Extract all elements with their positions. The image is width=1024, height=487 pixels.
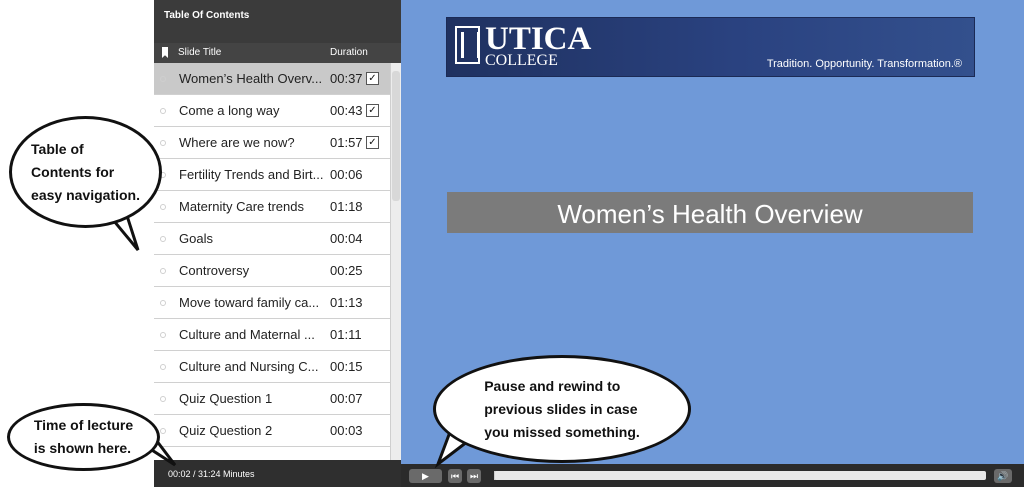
toc-row[interactable]: Maternity Care trends 01:18 (154, 191, 390, 223)
callout-pause: Pause and rewind to previous slides in c… (433, 355, 691, 463)
logo-utica-text: UTICA (485, 21, 592, 57)
toc-row-title: Women’s Health Overv... (179, 71, 323, 86)
row-status-dot-icon (160, 364, 166, 370)
toc-title: Table Of Contents (164, 10, 250, 21)
slide-title: Women’s Health Overview (557, 199, 863, 229)
toc-row-duration: 01:57 (330, 135, 363, 150)
toc-row-duration: 00:03 (330, 423, 363, 438)
lecture-time: 00:02 / 31:24 Minutes (168, 469, 255, 479)
toc-row-duration: 00:43 (330, 103, 363, 118)
toc-row-title: Quiz Question 2 (179, 423, 273, 438)
callout-toc: Table of Contents for easy navigation. (9, 116, 162, 228)
toc-row[interactable]: Culture and Nursing C... 00:15 (154, 351, 390, 383)
column-header-duration: Duration (330, 47, 368, 58)
toc-row[interactable]: Come a long way 00:43 ✓ (154, 95, 390, 127)
play-icon: ▶ (422, 471, 429, 481)
toc-row-duration: 00:06 (330, 167, 363, 182)
slide-title-bar: Women’s Health Overview (447, 192, 973, 233)
toc-row-duration: 01:18 (330, 199, 363, 214)
viewed-checkbox-icon: ✓ (366, 72, 379, 85)
toc-row[interactable]: Culture and Maternal ... 01:11 (154, 319, 390, 351)
callout-time-text: Time of lecture is shown here. (33, 417, 134, 456)
row-status-dot-icon (160, 140, 166, 146)
row-status-dot-icon (160, 396, 166, 402)
toc-row[interactable]: Goals 00:04 (154, 223, 390, 255)
previous-slide-button[interactable]: ⏮ (448, 469, 462, 483)
toc-row-title: Controversy (179, 263, 250, 278)
toc-list: Women’s Health Overv... 00:37 ✓ Come a long… (154, 63, 390, 460)
volume-icon: 🔊 (997, 471, 1009, 481)
next-slide-button[interactable]: ⏭ (467, 469, 481, 483)
toc-row-duration: 00:15 (330, 359, 363, 374)
row-status-dot-icon (160, 204, 166, 210)
toc-row-title: Come a long way (179, 103, 280, 118)
next-icon: ⏭ (469, 471, 479, 481)
banner-tagline: Tradition. Opportunity. Transformation.® (766, 58, 962, 70)
volume-button[interactable]: 🔊 (994, 469, 1012, 483)
callout-toc-text: Table of Contents for easy navigation. (31, 140, 140, 203)
toc-row-duration: 01:11 (330, 327, 362, 342)
play-button[interactable]: ▶ (409, 469, 442, 483)
row-status-dot-icon (160, 268, 166, 274)
toc-row-duration: 00:07 (330, 391, 363, 406)
toc-row-duration: 01:13 (330, 295, 363, 310)
row-status-dot-icon (160, 300, 166, 306)
toc-panel: Table Of Contents Slide Title Duration W… (154, 0, 401, 487)
toc-row-duration: 00:25 (330, 263, 363, 278)
column-header-title: Slide Title (178, 47, 222, 58)
row-status-dot-icon (160, 76, 166, 82)
toc-row-title: Move toward family ca... (179, 295, 320, 310)
toc-row-title: Culture and Maternal ... (179, 327, 315, 342)
toc-row[interactable]: Controversy 00:25 (154, 255, 390, 287)
toc-row[interactable]: Quiz Question 1 00:07 (154, 383, 390, 415)
toc-row-title: Maternity Care trends (179, 199, 304, 214)
row-status-dot-icon (160, 108, 166, 114)
toc-scrollbar[interactable] (390, 63, 401, 460)
college-logo-icon (455, 26, 480, 64)
toc-header: Slide Title Duration (154, 43, 401, 63)
toc-row-title: Fertility Trends and Birt... (179, 167, 324, 182)
bookmark-icon (162, 47, 168, 58)
toc-row-title: Culture and Nursing C... (179, 359, 319, 374)
toc-row-duration: 00:04 (330, 231, 363, 246)
viewed-checkbox-icon: ✓ (366, 104, 379, 117)
college-banner: UTICA COLLEGE Tradition. Opportunity. Tr… (446, 17, 975, 77)
toc-row[interactable]: Women’s Health Overv... 00:37 ✓ (154, 63, 390, 95)
toc-row[interactable]: Quiz Question 2 00:03 (154, 415, 390, 447)
toc-scroll-thumb[interactable] (392, 71, 400, 201)
toc-row[interactable]: Move toward family ca... 01:13 (154, 287, 390, 319)
callout-pause-text: Pause and rewind to previous slides in c… (484, 377, 640, 440)
logo-college-text: COLLEGE (485, 52, 558, 69)
toc-row-title: Where are we now? (179, 135, 295, 150)
callout-time: Time of lecture is shown here. (7, 403, 160, 471)
toc-row-duration: 00:37 (330, 71, 363, 86)
toc-row[interactable]: Fertility Trends and Birt... 00:06 (154, 159, 390, 191)
toc-row[interactable]: Where are we now? 01:57 ✓ (154, 127, 390, 159)
progress-bar[interactable] (494, 471, 986, 480)
toc-footer: 00:02 / 31:24 Minutes (154, 460, 401, 487)
row-status-dot-icon (160, 236, 166, 242)
row-status-dot-icon (160, 332, 166, 338)
toc-row-title: Quiz Question 1 (179, 391, 273, 406)
toc-row-title: Goals (179, 231, 213, 246)
viewed-checkbox-icon: ✓ (366, 136, 379, 149)
previous-icon: ⏮ (450, 471, 460, 481)
